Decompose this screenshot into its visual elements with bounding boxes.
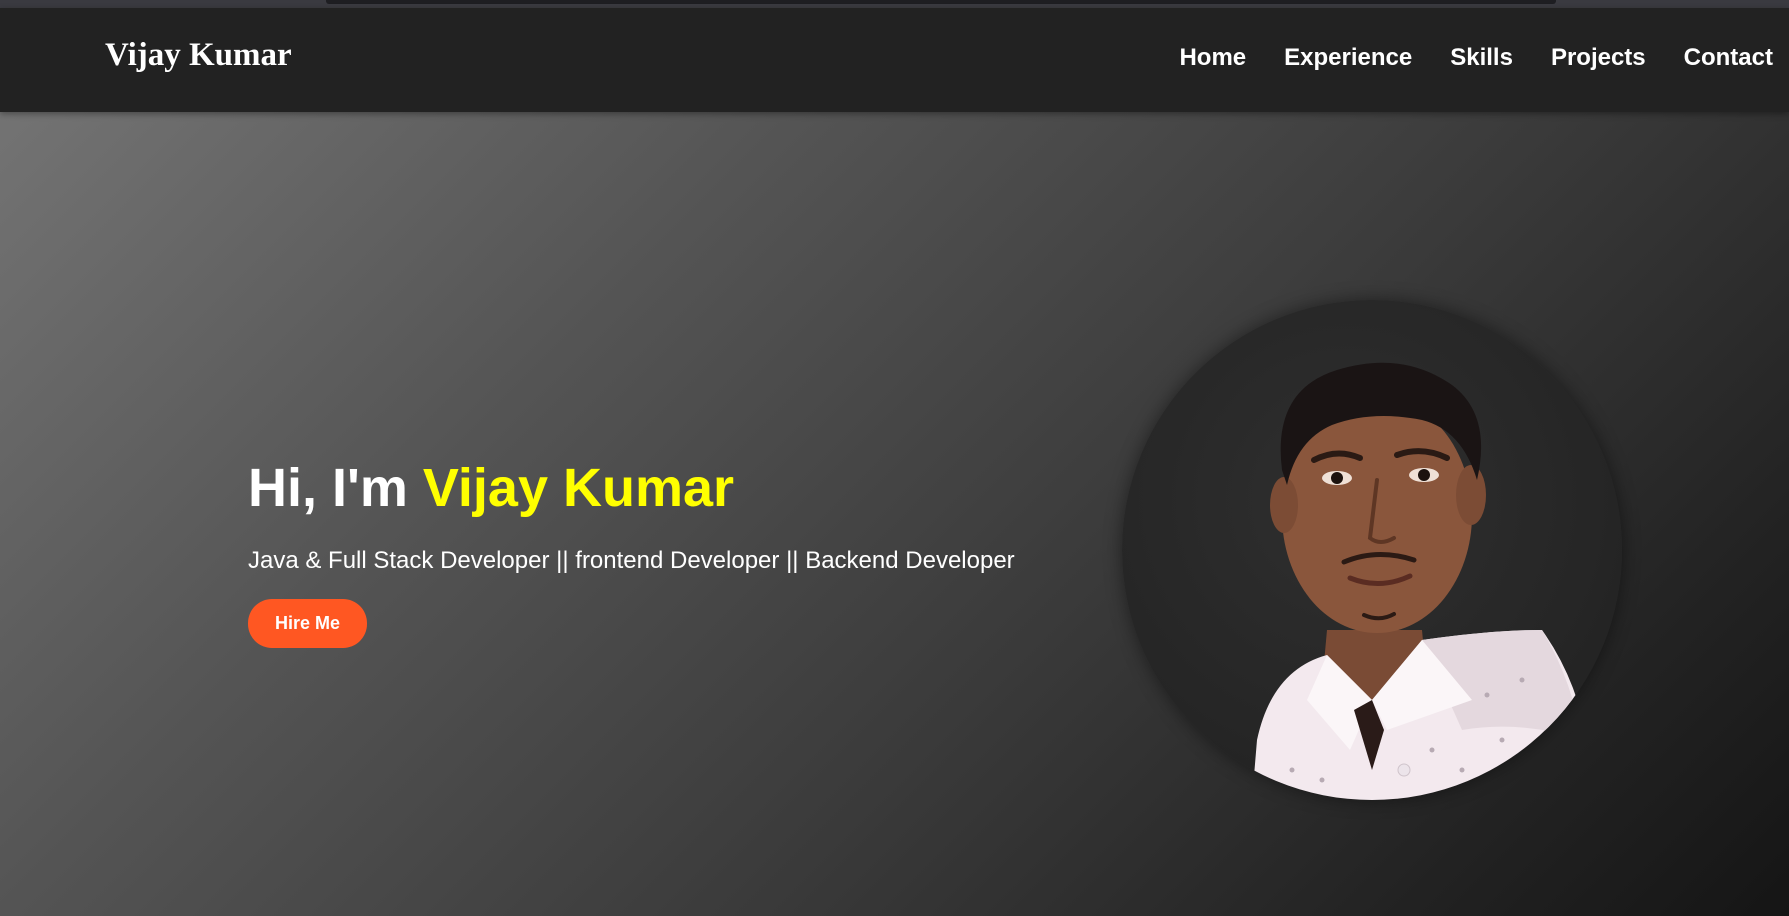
brand-logo[interactable]: Vijay Kumar (105, 37, 292, 74)
hero-section: Hi, I'm Vijay Kumar Java & Full Stack De… (0, 112, 1789, 916)
hero-greeting: Hi, I'm Vijay Kumar (248, 457, 1015, 519)
nav-link-skills[interactable]: Skills (1450, 44, 1513, 72)
profile-photo-illustration (1252, 362, 1592, 800)
nav-links: Home Experience Skills Projects Contact (1141, 44, 1789, 72)
horizontal-scrollbar[interactable] (326, 0, 1556, 4)
hero-name: Vijay Kumar (422, 458, 735, 518)
navbar: Vijay Kumar Home Experience Skills Proje… (0, 8, 1789, 112)
nav-link-home[interactable]: Home (1179, 44, 1246, 72)
hero-tagline: Java & Full Stack Developer || frontend … (248, 547, 1015, 574)
hero-intro: Hi, I'm Vijay Kumar Java & Full Stack De… (248, 457, 1015, 648)
nav-link-contact[interactable]: Contact (1684, 44, 1773, 72)
hire-me-button[interactable]: Hire Me (248, 599, 368, 648)
greeting-prefix: Hi, I'm (248, 458, 423, 518)
nav-link-experience[interactable]: Experience (1284, 44, 1412, 72)
nav-link-projects[interactable]: Projects (1551, 44, 1646, 72)
profile-photo (1122, 300, 1622, 800)
